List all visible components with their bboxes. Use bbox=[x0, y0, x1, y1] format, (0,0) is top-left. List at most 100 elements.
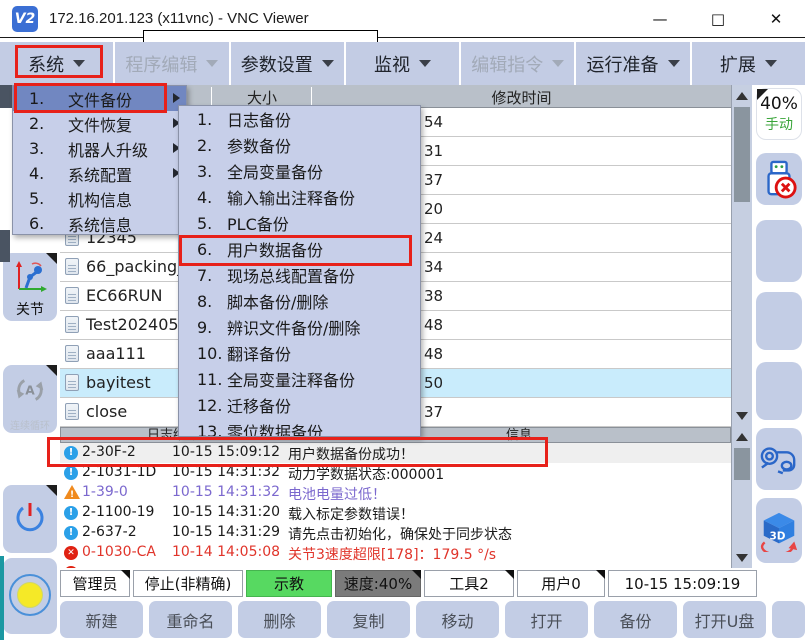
corner-marker bbox=[46, 365, 57, 376]
menu-item-label: 现场总线配置备份 bbox=[227, 263, 355, 287]
scroll-up-icon[interactable] bbox=[736, 92, 748, 100]
menu-item-label: 机构信息 bbox=[68, 187, 132, 211]
minimize-button[interactable]: — bbox=[631, 0, 689, 37]
menu-tab-extend[interactable]: 扩展 bbox=[692, 42, 805, 85]
submenu-item-parameter-backup[interactable]: 2. 参数备份 bbox=[179, 132, 420, 158]
menu-tab-label: 运行准备 bbox=[587, 51, 659, 77]
file-icon bbox=[65, 374, 79, 391]
empty-slot-button[interactable] bbox=[756, 362, 802, 420]
empty-slot-button[interactable] bbox=[756, 292, 802, 350]
submenu-item-log-backup[interactable]: 1. 日志备份 bbox=[179, 106, 420, 132]
joint-mode-button[interactable]: 关节 bbox=[3, 253, 57, 321]
submenu-item-migration-backup[interactable]: 12. 迁移备份 bbox=[179, 392, 420, 418]
log-row[interactable]: ! 2-1100-19 10-15 14:31:20 载入标定参数错误！ bbox=[60, 503, 731, 523]
submenu-item-identify-file-backup-delete[interactable]: 9. 辨识文件备份/删除 bbox=[179, 314, 420, 340]
menu-item-system-config[interactable]: 4. 系统配置 bbox=[13, 161, 186, 186]
scroll-down-icon[interactable] bbox=[736, 554, 748, 562]
scroll-up-icon[interactable] bbox=[736, 433, 748, 441]
menu-item-mechanism-info[interactable]: 5. 机构信息 bbox=[13, 186, 186, 211]
open-button[interactable]: 打开 bbox=[505, 601, 588, 638]
menu-item-label: 全局变量备份 bbox=[227, 159, 323, 183]
file-name: aaa111 bbox=[86, 344, 146, 363]
scroll-down-icon[interactable] bbox=[736, 412, 748, 420]
view-3d-button[interactable]: 3D bbox=[756, 498, 802, 563]
log-message: 载入标定参数错误！ bbox=[288, 504, 414, 524]
submenu-item-script-backup-delete[interactable]: 8. 脚本备份/删除 bbox=[179, 288, 420, 314]
log-time: 10-15 14:31:32 bbox=[172, 464, 280, 480]
new-button[interactable]: 新建 bbox=[60, 601, 143, 638]
file-icon bbox=[65, 287, 79, 304]
menu-tab-monitor[interactable]: 监视 bbox=[346, 42, 461, 85]
menu-item-number: 7. bbox=[197, 266, 227, 285]
menu-tab-system[interactable]: 系统 bbox=[0, 42, 115, 85]
maximize-button[interactable]: □ bbox=[689, 0, 747, 37]
user-role-selector[interactable]: 管理员 bbox=[60, 570, 130, 597]
power-button[interactable] bbox=[3, 485, 57, 553]
corner-marker bbox=[412, 570, 421, 579]
menu-item-label: 文件备份 bbox=[68, 87, 132, 111]
speed-selector[interactable]: 速度:40% bbox=[335, 570, 421, 597]
chevron-down-icon bbox=[419, 60, 431, 67]
chevron-down-icon bbox=[765, 60, 777, 67]
clipped-button[interactable] bbox=[772, 601, 805, 638]
hold-to-run-button[interactable] bbox=[3, 558, 57, 634]
submenu-item-fieldbus-config-backup[interactable]: 7. 现场总线配置备份 bbox=[179, 262, 420, 288]
tool-label: 工具2 bbox=[449, 573, 489, 594]
menu-item-system-info[interactable]: 6. 系统信息 bbox=[13, 211, 186, 236]
log-row[interactable]: ! 2-30F-2 10-15 15:09:12 用户数据备份成功！ bbox=[60, 443, 731, 463]
log-code: 2-1031-1D bbox=[82, 464, 156, 480]
open-usb-button[interactable]: 打开U盘 bbox=[683, 601, 766, 638]
menu-item-number: 9. bbox=[197, 318, 227, 337]
teach-pendant-icon bbox=[758, 440, 800, 478]
submenu-item-translation-backup[interactable]: 10. 翻译备份 bbox=[179, 340, 420, 366]
menu-item-label: 零位数据备份 bbox=[227, 419, 323, 437]
right-sidebar: 40% 手动 bbox=[752, 85, 805, 640]
submenu-item-zero-data-backup[interactable]: 13. 零位数据备份 bbox=[179, 418, 420, 437]
menu-tab-parameter[interactable]: 参数设置 bbox=[231, 42, 346, 85]
log-row[interactable]: ! 2-1031-1D 10-15 14:31:32 动力学数据状态:00000… bbox=[60, 463, 731, 483]
menu-item-file-backup[interactable]: 1. 文件备份 bbox=[13, 86, 186, 111]
backup-button[interactable]: 备份 bbox=[594, 601, 677, 638]
submenu-item-global-var-comment-backup[interactable]: 11. 全局变量注释备份 bbox=[179, 366, 420, 392]
submenu-item-user-data-backup[interactable]: 6. 用户数据备份 bbox=[179, 236, 420, 262]
rename-button[interactable]: 重命名 bbox=[149, 601, 232, 638]
continuous-loop-button[interactable]: A 连续循环 bbox=[3, 365, 57, 433]
scrollbar-thumb[interactable] bbox=[734, 448, 750, 480]
datetime-label: 10-15 15:09:19 bbox=[625, 575, 741, 593]
move-button[interactable]: 移动 bbox=[416, 601, 499, 638]
file-mtime: 50 bbox=[424, 374, 443, 392]
submenu-item-global-var-backup[interactable]: 3. 全局变量备份 bbox=[179, 158, 420, 184]
file-list-scrollbar[interactable] bbox=[731, 85, 752, 427]
menu-tab-edit-command: 编辑指令 bbox=[461, 42, 576, 85]
submenu-item-plc-backup[interactable]: 5. PLC备份 bbox=[179, 210, 420, 236]
copy-button[interactable]: 复制 bbox=[327, 601, 410, 638]
usb-status-button[interactable] bbox=[756, 153, 802, 205]
log-row[interactable]: ! 2-637-2 10-15 14:31:29 请先点击初始化，确保处于同步状… bbox=[60, 523, 731, 543]
log-time: 10-14 14:05:08 bbox=[172, 544, 280, 560]
log-row[interactable]: ✕ bbox=[60, 563, 731, 568]
menu-item-file-restore[interactable]: 2. 文件恢复 bbox=[13, 111, 186, 136]
menu-item-label: 系统信息 bbox=[68, 212, 132, 236]
submenu-item-io-comment-backup[interactable]: 4. 输入输出注释备份 bbox=[179, 184, 420, 210]
log-code: 0-1030-CA bbox=[82, 544, 156, 560]
close-button[interactable]: ✕ bbox=[747, 0, 805, 37]
teach-pendant-button[interactable] bbox=[756, 428, 802, 490]
user-frame-selector[interactable]: 用户0 bbox=[517, 570, 605, 597]
speed-mode-button[interactable]: 40% 手动 bbox=[756, 88, 802, 140]
menu-item-number: 10. bbox=[197, 344, 227, 363]
motion-state-label: 停止(非精确) bbox=[145, 573, 232, 594]
system-dropdown-menu: 1. 文件备份 2. 文件恢复 3. 机器人升级 4. 系统配置 5. 机构信息… bbox=[12, 85, 187, 235]
empty-slot-button[interactable] bbox=[756, 220, 802, 282]
menu-tab-run-prepare[interactable]: 运行准备 bbox=[576, 42, 691, 85]
menu-item-number: 12. bbox=[197, 396, 227, 415]
menu-item-robot-upgrade[interactable]: 3. 机器人升级 bbox=[13, 136, 186, 161]
delete-button[interactable]: 删除 bbox=[238, 601, 321, 638]
scrollbar-thumb[interactable] bbox=[734, 107, 750, 202]
log-row[interactable]: ! 1-39-0 10-15 14:31:32 电池电量过低！ bbox=[60, 483, 731, 503]
warning-icon: ! bbox=[64, 485, 80, 499]
log-row[interactable]: ✕ 0-1030-CA 10-14 14:05:08 关节3速度超限[178]：… bbox=[60, 543, 731, 563]
log-scrollbar[interactable] bbox=[731, 427, 752, 568]
user-frame-label: 用户0 bbox=[541, 573, 581, 594]
vnc-logo-icon: V2 bbox=[12, 6, 38, 32]
tool-selector[interactable]: 工具2 bbox=[424, 570, 514, 597]
